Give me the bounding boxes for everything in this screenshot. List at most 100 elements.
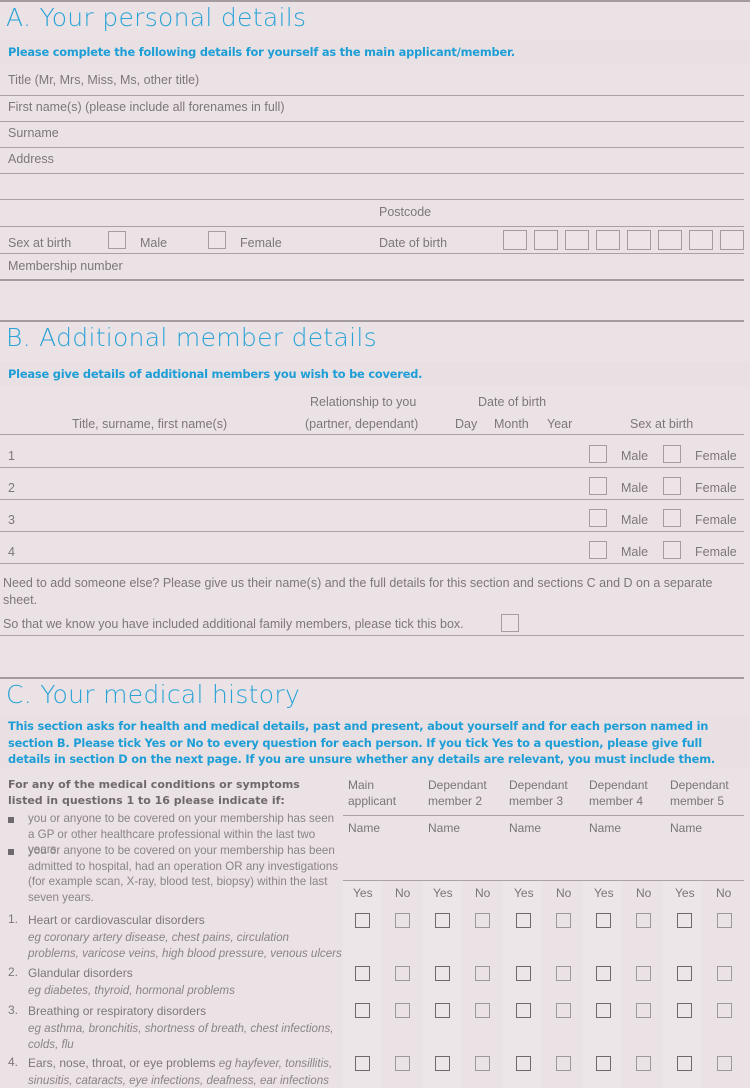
no-checkbox[interactable] <box>475 913 490 928</box>
section-c-instruction: This section asks for health and medical… <box>0 716 750 768</box>
dob-digit-box[interactable] <box>596 230 620 250</box>
no-checkbox[interactable] <box>556 913 571 928</box>
yes-checkbox[interactable] <box>516 913 531 928</box>
yes-checkbox[interactable] <box>596 966 611 981</box>
no-checkbox[interactable] <box>636 966 651 981</box>
row-number: 2 <box>8 481 15 495</box>
female-checkbox[interactable] <box>663 477 681 495</box>
no-checkbox[interactable] <box>717 913 732 928</box>
yes-checkbox[interactable] <box>516 966 531 981</box>
conditions-intro: For any of the medical conditions or sym… <box>8 778 300 807</box>
dob-digit-box[interactable] <box>534 230 558 250</box>
yes-checkbox[interactable] <box>435 913 450 928</box>
no-checkbox[interactable] <box>475 1056 490 1071</box>
yes-checkbox[interactable] <box>596 913 611 928</box>
male-label: Male <box>621 481 649 495</box>
column-header-line: Main <box>348 778 375 792</box>
yes-checkbox[interactable] <box>677 1056 692 1071</box>
female-checkbox[interactable] <box>208 231 226 249</box>
no-checkbox[interactable] <box>717 1056 732 1071</box>
yes-checkbox[interactable] <box>355 966 370 981</box>
no-checkbox[interactable] <box>636 1056 651 1071</box>
name-field-member-4[interactable] <box>583 816 663 880</box>
yes-checkbox[interactable] <box>435 966 450 981</box>
top-divider <box>0 0 750 2</box>
question-examples: eg asthma, bronchitis, shortness of brea… <box>28 1021 334 1052</box>
no-checkbox[interactable] <box>556 1056 571 1071</box>
question-text: Glandular disorders eg diabetes, thyroid… <box>28 965 343 998</box>
question-text: Breathing or respiratory disorders eg as… <box>28 1003 343 1053</box>
male-checkbox[interactable] <box>589 541 607 559</box>
no-checkbox[interactable] <box>636 913 651 928</box>
divider <box>0 467 744 468</box>
yes-checkbox[interactable] <box>435 1056 450 1071</box>
no-checkbox[interactable] <box>636 1003 651 1018</box>
female-checkbox[interactable] <box>663 541 681 559</box>
yes-checkbox[interactable] <box>435 1003 450 1018</box>
male-checkbox[interactable] <box>108 231 126 249</box>
yes-checkbox[interactable] <box>677 966 692 981</box>
dob-digit-box[interactable] <box>627 230 651 250</box>
question-examples: eg diabetes, thyroid, hormonal problems <box>28 983 235 997</box>
yes-checkbox[interactable] <box>677 913 692 928</box>
no-checkbox[interactable] <box>395 1056 410 1071</box>
address-field-line-1[interactable] <box>0 148 744 173</box>
section-c-title: C. Your medical history <box>6 680 301 709</box>
male-checkbox[interactable] <box>589 477 607 495</box>
yes-checkbox[interactable] <box>516 1003 531 1018</box>
dob-digit-box[interactable] <box>503 230 527 250</box>
name-field-member-3[interactable] <box>503 816 583 880</box>
no-checkbox[interactable] <box>395 913 410 928</box>
additional-members-checkbox[interactable] <box>501 614 519 632</box>
sex-at-birth-label: Sex at birth <box>8 236 72 250</box>
dob-digit-box[interactable] <box>689 230 713 250</box>
question-title: Ears, nose, throat, or eye problems <box>28 1056 219 1070</box>
column-header-line: Dependant <box>509 778 568 792</box>
name-field-member-2[interactable] <box>423 816 503 880</box>
yes-checkbox[interactable] <box>516 1056 531 1071</box>
yes-label: Yes <box>514 886 534 900</box>
name-field-member-5[interactable] <box>663 816 743 880</box>
dob-digit-box[interactable] <box>720 230 744 250</box>
yes-checkbox[interactable] <box>355 913 370 928</box>
divider <box>0 226 744 227</box>
column-header-main-applicant: Main applicant <box>348 777 396 809</box>
divider <box>0 434 744 435</box>
no-checkbox[interactable] <box>395 966 410 981</box>
yes-label: Yes <box>675 886 695 900</box>
no-checkbox[interactable] <box>395 1003 410 1018</box>
yes-checkbox[interactable] <box>355 1056 370 1071</box>
no-checkbox[interactable] <box>556 966 571 981</box>
question-text: Ears, nose, throat, or eye problems eg h… <box>28 1055 343 1088</box>
female-label: Female <box>695 513 737 527</box>
first-names-field[interactable] <box>0 96 744 121</box>
male-checkbox[interactable] <box>589 509 607 527</box>
no-checkbox[interactable] <box>717 966 732 981</box>
column-header-line: applicant <box>348 794 397 808</box>
no-checkbox[interactable] <box>475 1003 490 1018</box>
column-header-member-5: Dependant member 5 <box>670 777 729 809</box>
no-checkbox[interactable] <box>475 966 490 981</box>
yes-checkbox[interactable] <box>596 1003 611 1018</box>
postcode-field[interactable] <box>440 200 744 226</box>
row-number: 3 <box>8 513 15 527</box>
male-checkbox[interactable] <box>589 445 607 463</box>
yes-checkbox[interactable] <box>596 1056 611 1071</box>
dob-digit-box[interactable] <box>565 230 589 250</box>
name-field-main-applicant[interactable] <box>343 816 423 880</box>
no-checkbox[interactable] <box>717 1003 732 1018</box>
surname-field[interactable] <box>0 122 744 147</box>
section-b-top-divider <box>0 320 744 322</box>
title-field[interactable] <box>0 68 744 94</box>
address-field-line-2[interactable] <box>0 174 744 199</box>
question-number: 4. <box>8 1055 19 1069</box>
dob-digit-box[interactable] <box>658 230 682 250</box>
female-checkbox[interactable] <box>663 445 681 463</box>
membership-number-field[interactable] <box>0 254 744 279</box>
postcode-label: Postcode <box>379 205 432 219</box>
no-checkbox[interactable] <box>556 1003 571 1018</box>
section-b-title: B. Additional member details <box>6 323 377 352</box>
female-checkbox[interactable] <box>663 509 681 527</box>
yes-checkbox[interactable] <box>355 1003 370 1018</box>
yes-checkbox[interactable] <box>677 1003 692 1018</box>
